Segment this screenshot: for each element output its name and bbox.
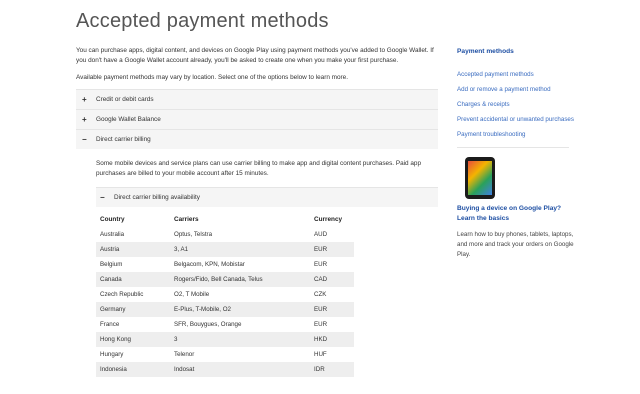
cell-country: Germany [96,302,174,317]
cell-country: Hong Kong [96,332,174,347]
accordion-credit-cards[interactable]: + Credit or debit cards [76,89,438,109]
cell-carriers: 3, A1 [174,242,314,257]
page-title: Accepted payment methods [76,10,329,32]
cell-carriers: Rogers/Fido, Bell Canada, Telus [174,272,314,287]
sidebar-divider [457,147,569,148]
table-row: Indonesia Indosat IDR [96,362,354,377]
phone-body [465,157,495,199]
cell-country: Czech Republic [100,291,144,298]
cell-currency: EUR [314,261,328,268]
cell-carriers: Telenor [174,351,195,358]
expand-icon: + [82,115,87,124]
cell-carriers: O2, T Mobile [174,291,210,298]
carrier-availability-table: Country Carriers Currency Australia Optus… [96,211,354,377]
intro-paragraph: You can purchase apps, digital content, … [76,47,434,64]
payment-options-accordion: + Credit or debit cards + Google Wallet … [76,89,438,149]
accordion-label: Google Wallet Balance [96,116,161,123]
cell-currency: EUR [314,321,328,328]
accordion-label: Direct carrier billing [96,136,151,143]
phone-screen [468,161,492,195]
accordion-carrier-availability[interactable]: − Direct carrier billing availability [96,187,438,207]
cell-carriers: Belgacom, KPN, Mobistar [174,261,245,268]
cell-country: Belgium [100,261,123,268]
table-row: Czech Republic O2, T Mobile CZK [96,287,354,302]
location-note: Available payment methods may vary by lo… [76,74,348,81]
cell-currency: CZK [314,291,327,298]
sidebar-heading[interactable]: Payment methods [457,48,575,55]
collapse-icon: − [82,135,87,144]
cell-currency: HKD [314,332,354,347]
cell-carriers: SFR, Bouygues, Orange [174,321,242,328]
carrier-billing-description: Some mobile devices and service plans ca… [96,160,422,177]
cell-currency: EUR [314,242,354,257]
cell-country: France [100,321,120,328]
column-header-carriers: Carriers [174,211,314,227]
cell-carriers: Indosat [174,362,314,377]
sidebar-link-charges-receipts[interactable]: Charges & receipts [457,100,575,109]
cell-country: Indonesia [96,362,174,377]
cell-country: Canada [96,272,174,287]
cell-currency: IDR [314,362,354,377]
table-header-row: Country Carriers Currency [96,211,354,227]
cell-currency: CAD [314,272,354,287]
cell-currency: AUD [314,231,328,238]
sidebar-link-troubleshooting[interactable]: Payment troubleshooting [457,130,575,139]
cell-carriers: Optus, Telstra [174,231,213,238]
cell-carriers: E-Plus, T-Mobile, O2 [174,302,314,317]
cell-country: Austria [96,242,174,257]
main-content: You can purchase apps, digital content, … [76,46,438,377]
table-row: Hungary Telenor HUF [96,347,354,362]
accordion-label: Credit or debit cards [96,96,154,103]
sidebar-link-accepted-methods[interactable]: Accepted payment methods [457,70,575,79]
cell-currency: HUF [314,351,327,358]
accordion-wallet-balance[interactable]: + Google Wallet Balance [76,109,438,129]
promo-description: Learn how to buy phones, tablets, laptop… [457,231,574,258]
cell-country: Australia [100,231,125,238]
cell-currency: EUR [314,302,354,317]
cell-country: Hungary [100,351,124,358]
table-row: France SFR, Bouygues, Orange EUR [96,317,354,332]
sidebar-link-prevent-purchases[interactable]: Prevent accidental or unwanted purchases [457,115,575,124]
sidebar-link-add-remove[interactable]: Add or remove a payment method [457,85,575,94]
carrier-billing-panel: Some mobile devices and service plans ca… [76,149,438,207]
table-row: Belgium Belgacom, KPN, Mobistar EUR [96,257,354,272]
expand-icon: + [82,95,87,104]
sidebar-nav: Accepted payment methods Add or remove a… [457,70,575,139]
sidebar: Payment methods Accepted payment methods… [457,46,575,260]
cell-carriers: 3 [174,332,314,347]
promo-title-link[interactable]: Buying a device on Google Play? Learn th… [457,204,575,224]
collapse-icon: − [100,193,105,202]
column-header-currency: Currency [314,211,354,227]
table-row: Austria 3, A1 EUR [96,242,354,257]
column-header-country: Country [96,211,174,227]
accordion-label: Direct carrier billing availability [114,194,200,201]
table-row: Australia Optus, Telstra AUD [96,227,354,242]
accordion-carrier-billing[interactable]: − Direct carrier billing [76,129,438,149]
table-row: Canada Rogers/Fido, Bell Canada, Telus CAD [96,272,354,287]
table-row: Hong Kong 3 HKD [96,332,354,347]
table-row: Germany E-Plus, T-Mobile, O2 EUR [96,302,354,317]
phone-device-icon [465,157,495,199]
